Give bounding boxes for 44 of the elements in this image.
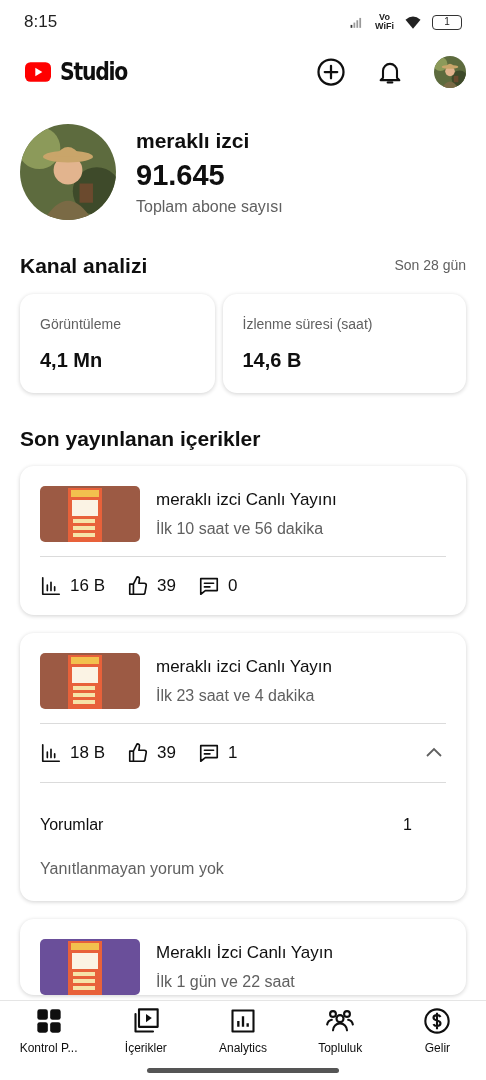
section-title: Son yayınlanan içerikler	[20, 425, 262, 452]
video-title[interactable]: meraklı izci Canlı Yayını	[156, 487, 337, 513]
view-count: 16 B	[70, 575, 105, 598]
comments-label: Yorumlar	[40, 815, 104, 835]
section-title: Kanal analizi	[20, 253, 148, 279]
call-label: Vo	[379, 13, 390, 22]
video-title[interactable]: meraklı izci Canlı Yayın	[156, 654, 333, 680]
metric-card[interactable]: İzlenme süresi (saat) 14,6 B	[222, 293, 466, 393]
nav-tab[interactable]: Kontrol P...	[0, 1001, 98, 1062]
metric-label: Görüntüleme	[40, 314, 122, 334]
battery-icon: 1	[432, 14, 462, 30]
metric-value: 4,1 Mn	[40, 347, 104, 373]
thumbs-up-icon	[127, 742, 149, 764]
like-count: 39	[157, 575, 176, 598]
nav-tab[interactable]: Gelir	[388, 1001, 486, 1062]
comments-count: 1	[403, 815, 412, 835]
no-unanswered-note: Yanıtlanmayan yorum yok	[40, 859, 225, 879]
add-icon[interactable]	[316, 57, 346, 87]
metric-value: 14,6 B	[242, 347, 303, 373]
metric-label: İzlenme süresi (saat)	[242, 314, 374, 334]
video-title[interactable]: Meraklı İzci Canlı Yayın	[156, 940, 333, 966]
call-label: WiFi	[375, 22, 394, 31]
metric-card[interactable]: Görüntüleme 4,1 Mn	[20, 293, 215, 393]
nav-tab[interactable]: İçerikler	[97, 1001, 195, 1062]
view-count: 18 B	[70, 742, 105, 765]
bar-chart-icon	[40, 575, 62, 597]
period-label: Son 28 gün	[394, 256, 466, 276]
video-subtitle: İlk 10 saat ve 56 dakika	[156, 518, 325, 539]
comment-icon	[197, 742, 220, 764]
nav-tab[interactable]: Topluluk	[291, 1001, 389, 1062]
like-count: 39	[157, 742, 176, 765]
status-time: 8:15	[24, 11, 58, 34]
thumbs-up-icon	[127, 575, 149, 597]
bar-chart-icon	[40, 742, 62, 764]
subscriber-count: 91.645	[136, 157, 226, 193]
logo-text: Studio	[60, 57, 127, 88]
nav-tab[interactable]: Analytics	[194, 1001, 292, 1062]
comment-icon	[197, 575, 220, 597]
channel-name: meraklı izci	[136, 128, 251, 155]
video-subtitle: İlk 1 gün ve 22 saat	[156, 971, 296, 992]
video-subtitle: İlk 23 saat ve 4 dakika	[156, 685, 316, 706]
subscriber-label: Toplam abone sayısı	[136, 196, 283, 217]
comment-count: 1	[227, 742, 238, 765]
comment-count: 0	[227, 575, 238, 598]
